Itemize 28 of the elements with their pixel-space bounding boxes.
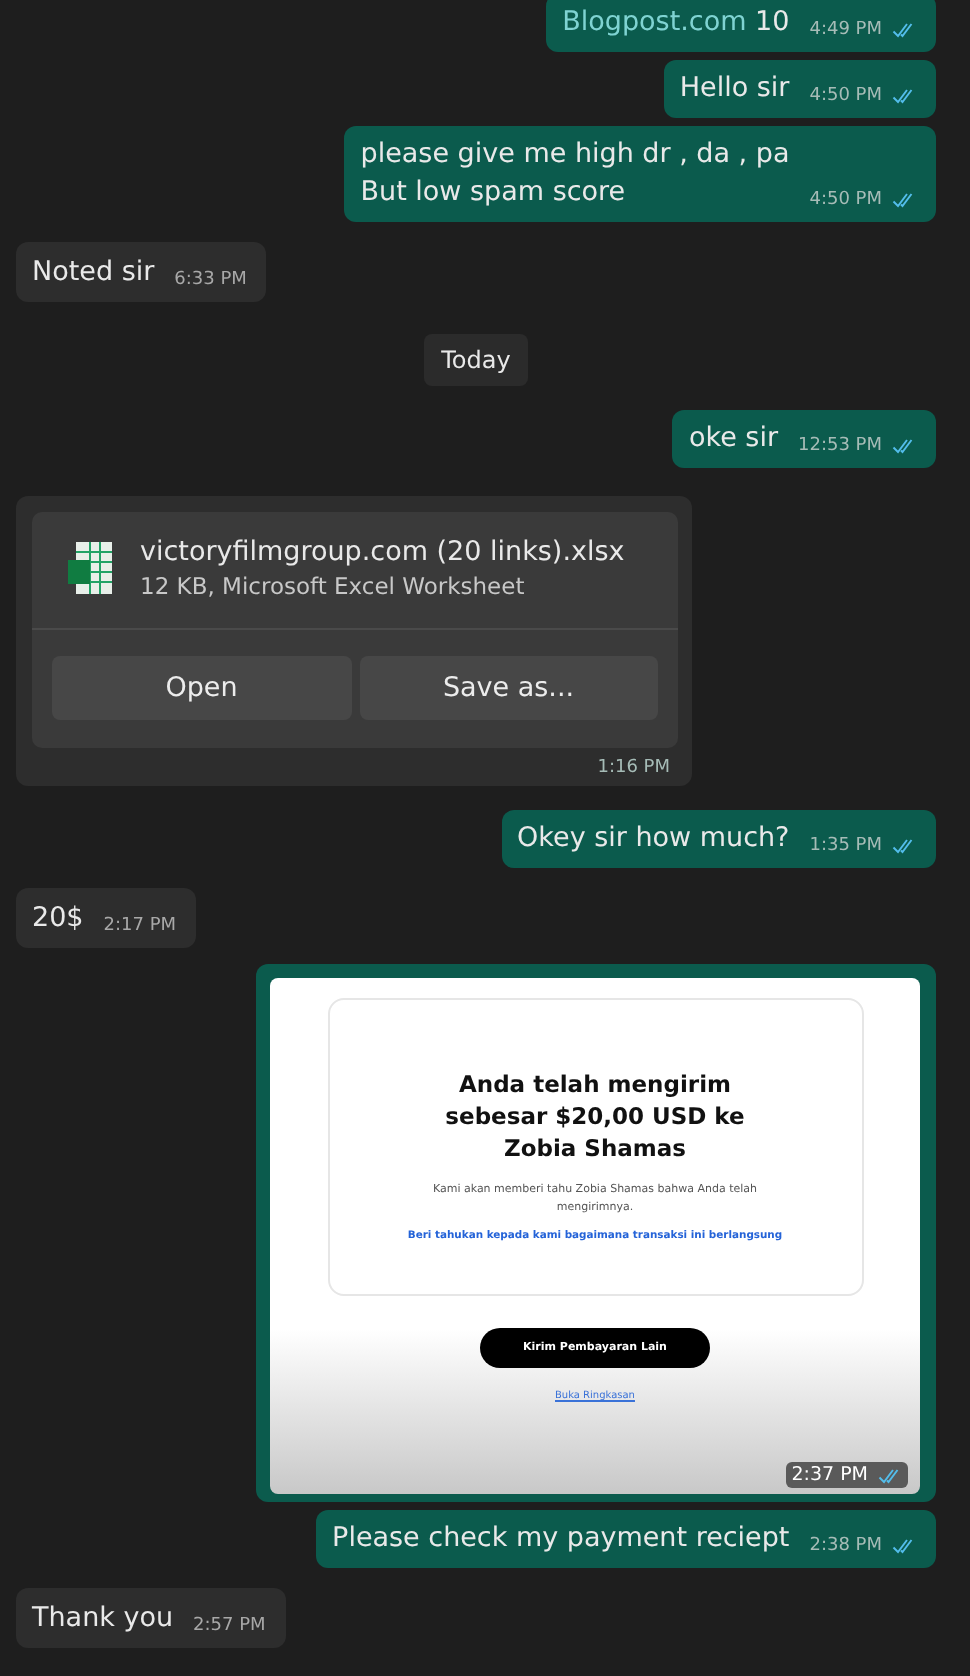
message-text: Thank you [32, 1600, 174, 1638]
file-details: 12 KB, Microsoft Excel Worksheet [140, 572, 527, 600]
message-text: Please check my payment reciept [332, 1520, 790, 1558]
message-time: 1:35 PM [809, 836, 882, 856]
message-text: Hello sir [679, 70, 790, 108]
message-time: 4:50 PM [809, 190, 882, 210]
message-time: 12:53 PM [798, 436, 882, 456]
message-time: 2:57 PM [193, 1616, 266, 1636]
message-text: oke sir [688, 420, 778, 458]
message-time: 4:50 PM [809, 86, 882, 106]
message-text: 20$ [32, 900, 84, 938]
receipt-title: Anda telah mengirim sebesar $20,00 USD ke Zobia Shamas [443, 1068, 747, 1164]
message-link[interactable]: Blogpost.com [562, 6, 747, 38]
message-time: 6:33 PM [174, 270, 247, 290]
message-text: please give me high dr , da , pa [360, 136, 790, 174]
spreadsheet-file-icon [68, 542, 112, 594]
file-name: victoryfilmgroup.com (20 links).xlsx [140, 536, 625, 568]
message-time: 1:16 PM [597, 758, 670, 778]
message-time: 2:17 PM [103, 916, 177, 936]
message-time: 4:49 PM [809, 20, 882, 40]
message-text: But low spam score [360, 174, 628, 212]
message-text: Okey sir how much? [517, 820, 790, 858]
message-time: 2:37 PM [791, 1464, 868, 1486]
message-text: Blogpost.com 10 [562, 4, 790, 42]
message-text: Noted sir [32, 254, 155, 292]
message-time: 2:38 PM [809, 1536, 882, 1556]
file-action-button[interactable]: Open [52, 656, 351, 720]
file-action-button[interactable]: Save as... [359, 656, 658, 720]
